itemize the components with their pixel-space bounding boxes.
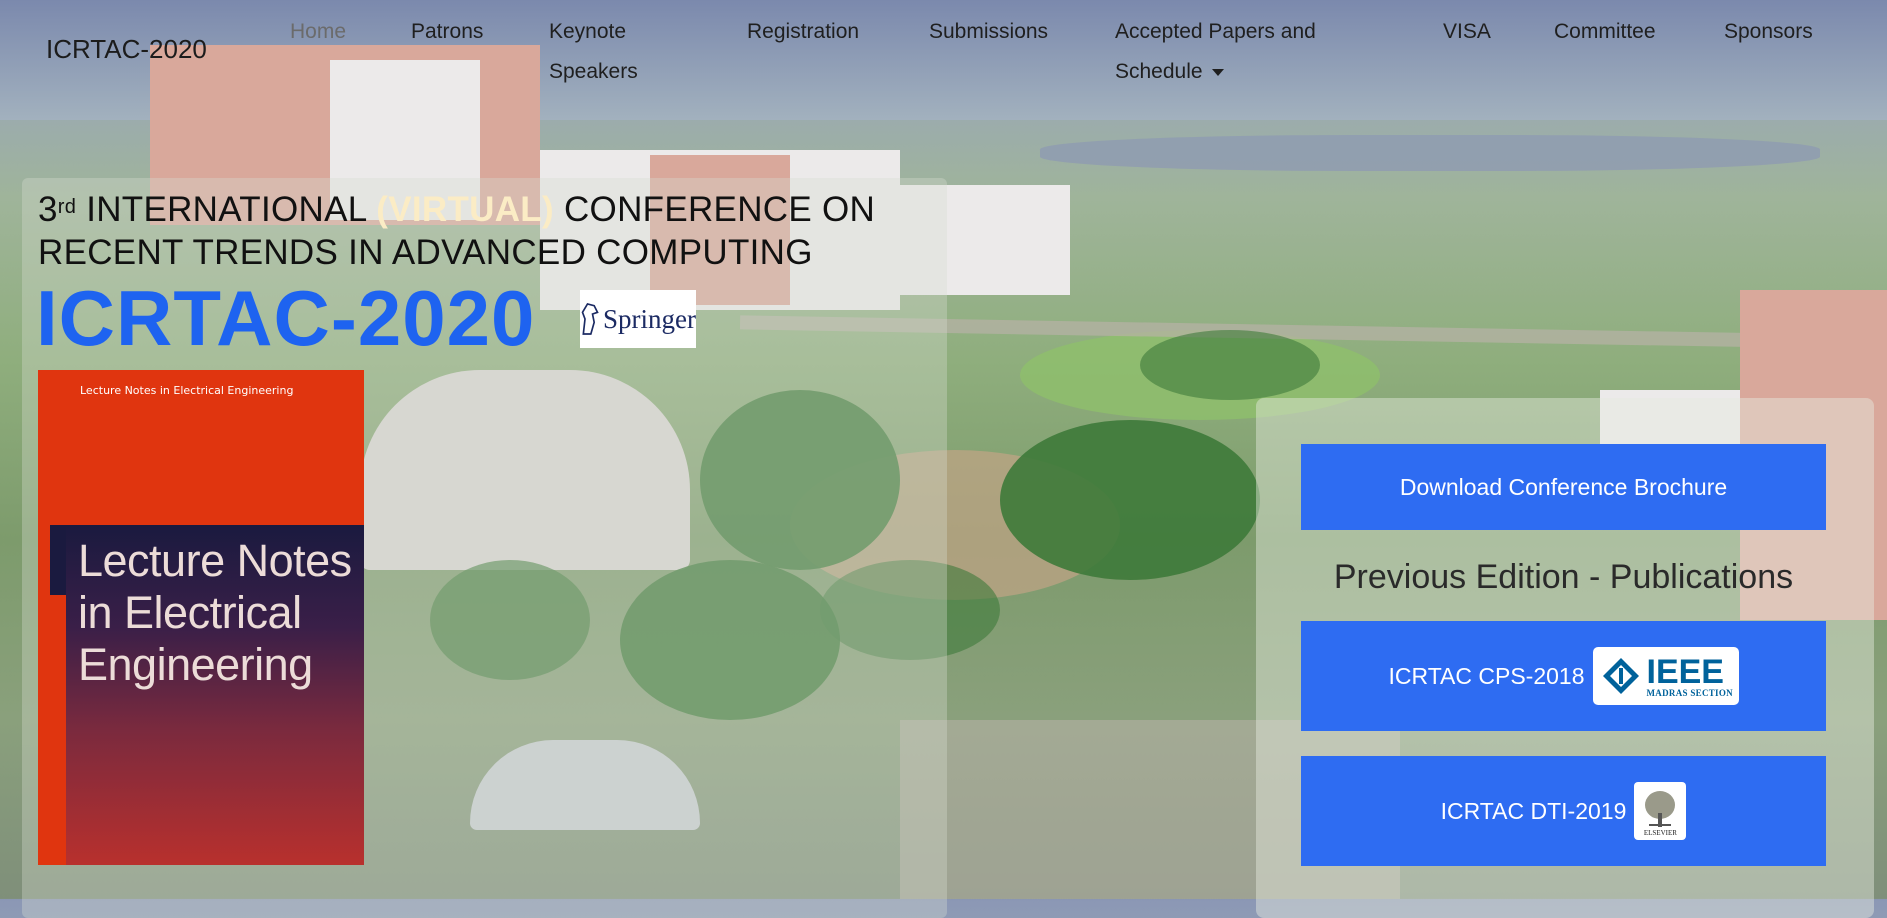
book-cover-image: Lecture Notes in Electrical Engineering … <box>38 370 364 865</box>
ieee-logo: IEEE MADRAS SECTION <box>1592 647 1739 705</box>
download-brochure-button[interactable]: Download Conference Brochure <box>1301 444 1826 530</box>
icrtac-cps-2018-button[interactable]: ICRTAC CPS-2018 IEEE MADRAS SECTION <box>1301 621 1826 731</box>
nav-registration[interactable]: Registration <box>747 12 859 52</box>
nav-accepted-papers-dropdown[interactable]: Accepted Papers and Schedule <box>1115 12 1350 92</box>
elsevier-logo-text: ELSEVIER <box>1643 829 1677 837</box>
conference-subtitle: 3rd INTERNATIONAL (VIRTUAL) CONFERENCE O… <box>38 188 875 274</box>
elsevier-logo: ELSEVIER <box>1634 782 1687 840</box>
top-navbar: ICRTAC-2020 Home Patrons Keynote Speaker… <box>0 0 1887 90</box>
nav-submissions[interactable]: Submissions <box>929 12 1048 52</box>
nav-patrons[interactable]: Patrons <box>411 12 483 52</box>
nav-visa[interactable]: VISA <box>1443 12 1491 52</box>
subtitle-line1-suffix: CONFERENCE ON <box>563 190 876 229</box>
nav-committee[interactable]: Committee <box>1554 12 1656 52</box>
springer-logo-text: Springer <box>603 303 696 334</box>
subtitle-virtual: (VIRTUAL) <box>376 190 554 229</box>
ieee-logo-text: IEEE <box>1646 652 1724 691</box>
caret-down-icon <box>1211 68 1224 76</box>
ieee-logo-subtext: MADRAS SECTION <box>1646 687 1733 698</box>
nav-home[interactable]: Home <box>290 12 346 52</box>
nav-keynote-speakers[interactable]: Keynote Speakers <box>549 12 659 92</box>
springer-horse-icon <box>581 303 599 335</box>
previous-edition-heading: Previous Edition - Publications <box>1333 558 1794 596</box>
springer-logo: Springer <box>580 290 696 348</box>
cps-2018-label: ICRTAC CPS-2018 <box>1388 662 1585 689</box>
book-cover-title: Lecture Notes in Electrical Engineering <box>78 535 352 690</box>
nav-sponsors[interactable]: Sponsors <box>1724 12 1813 52</box>
navbar-brand[interactable]: ICRTAC-2020 <box>46 34 207 65</box>
conference-title: ICRTAC-2020 <box>36 274 536 362</box>
dti-2019-label: ICRTAC DTI-2019 <box>1440 797 1627 824</box>
subtitle-ordinal-suffix: rd <box>57 196 77 218</box>
subtitle-line1-prefix: INTERNATIONAL <box>86 190 367 229</box>
ieee-diamond-icon <box>1602 658 1639 694</box>
subtitle-ordinal: 3 <box>38 190 58 229</box>
subtitle-line2: RECENT TRENDS IN ADVANCED COMPUTING <box>38 233 813 272</box>
icrtac-dti-2019-button[interactable]: ICRTAC DTI-2019 ELSEVIER <box>1301 756 1826 866</box>
book-series-label: Lecture Notes in Electrical Engineering <box>80 384 294 397</box>
elsevier-tree-icon <box>1645 791 1676 827</box>
